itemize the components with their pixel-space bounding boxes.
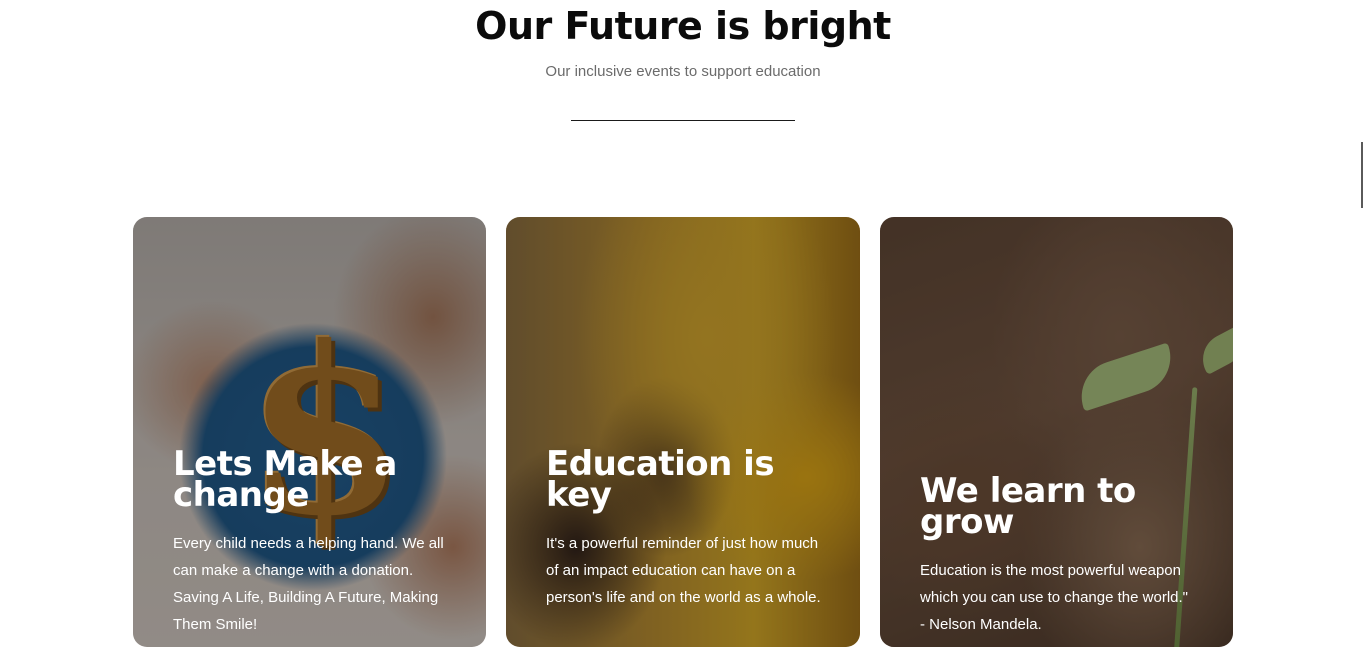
card-title: Lets Make a change [173,444,397,515]
event-card-donation[interactable]: $ Lets Make a change Every child needs a… [133,217,486,647]
event-card-grow[interactable]: We learn to grow Education is the most p… [880,217,1233,647]
card-content: Lets Make a change Every child needs a h… [173,444,450,638]
event-card-education[interactable]: Education is key It's a powerful reminde… [506,217,860,647]
card-text: Education is the most powerful weapon wh… [920,562,1188,633]
page-title: Our Future is bright [475,4,891,48]
card-text: Every child needs a helping hand. We all… [173,535,444,633]
card-title: We learn to grow [920,471,1136,542]
title-divider [571,120,795,121]
page-subtitle: Our inclusive events to support educatio… [545,63,821,80]
card-content: We learn to grow Education is the most p… [920,471,1197,638]
card-title: Education is key [546,444,775,515]
card-text: It's a powerful reminder of just how muc… [546,535,821,606]
scrollbar-thumb[interactable] [1361,142,1363,208]
card-content: Education is key It's a powerful reminde… [546,444,824,611]
